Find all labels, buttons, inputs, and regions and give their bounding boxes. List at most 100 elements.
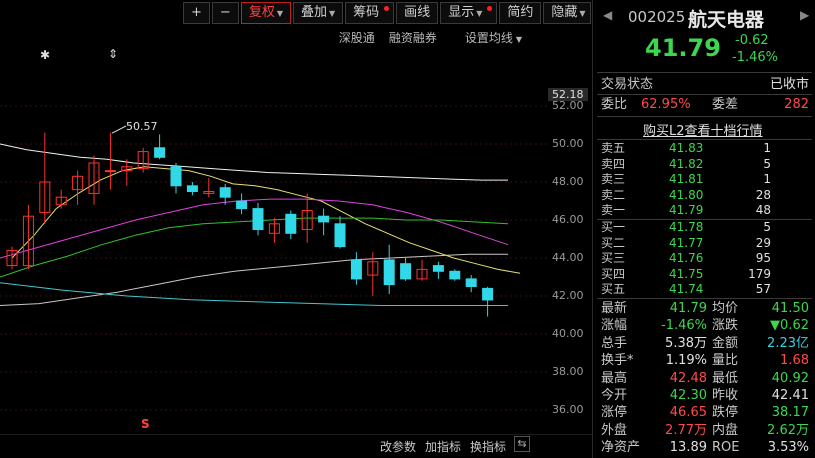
- kline-chart-area[interactable]: + − 复权▼ 叠加▼ 筹码 画线 显示▼ 简约 隐藏▼ ⛶ 深股通 融资融券 …: [0, 0, 612, 458]
- fuquan-label: 复权: [248, 5, 275, 20]
- weibi-row: 委比 62.95% 委差 282: [601, 96, 811, 114]
- sell-signal-marker[interactable]: S: [141, 417, 150, 431]
- stat-value: 13.89: [669, 440, 707, 456]
- kline-chart[interactable]: [0, 0, 548, 434]
- ask-level-label: 卖一: [601, 203, 626, 218]
- y-axis-tick-label: 46.00: [552, 213, 584, 226]
- next-stock-icon[interactable]: ▶: [800, 8, 809, 22]
- fuquan-dropdown[interactable]: 复权 ▼: [240, 2, 291, 24]
- stat-label: 均价: [712, 301, 739, 316]
- high-price-label: 50.57: [126, 120, 158, 133]
- chart-sub-links: 深股通 融资融券 设置均线 ▼: [325, 29, 522, 46]
- change-params-button[interactable]: 改参数: [380, 438, 416, 455]
- yincang-dropdown[interactable]: 隐藏 ▼: [543, 2, 591, 24]
- ask-level-label: 卖三: [601, 172, 626, 187]
- stat-row: 今开 42.30 昨收 42.41: [601, 387, 811, 404]
- xianshi-dropdown[interactable]: 显示 ▼: [440, 2, 498, 24]
- stat-row: 净资产 13.89 ROE 3.53%: [601, 439, 811, 456]
- weibi-label: 委比: [601, 97, 628, 112]
- add-indicator-button[interactable]: 加指标: [425, 438, 461, 455]
- trade-status-row: 交易状态 已收市: [601, 76, 811, 94]
- ask-volume: 28: [755, 187, 771, 202]
- ask-row[interactable]: 卖二 41.80 28: [601, 188, 811, 203]
- stat-label: 最低: [712, 370, 739, 386]
- y-axis-tick-label: 44.00: [552, 251, 584, 264]
- zoom-in-button[interactable]: +: [183, 2, 210, 24]
- stat-label: 最高: [601, 370, 628, 386]
- y-axis-tick-label: 40.00: [552, 327, 584, 340]
- diejia-dropdown[interactable]: 叠加 ▼: [292, 2, 344, 24]
- high-label-pointer: [111, 125, 127, 134]
- bid-volume: 179: [748, 266, 771, 281]
- stat-value: 1.19%: [665, 353, 707, 369]
- ask-volume: 48: [755, 203, 771, 218]
- candle-body: [170, 166, 182, 187]
- ask-price: 41.79: [669, 203, 704, 218]
- last-price: 41.79: [645, 34, 721, 62]
- bid-volume: 57: [755, 282, 771, 297]
- ask-row[interactable]: 卖五 41.83 1: [601, 141, 811, 156]
- stat-row: 总手 5.38万 金额 2.23亿: [601, 335, 811, 352]
- stat-value: 42.48: [669, 370, 707, 386]
- bid-row[interactable]: 买四 41.75 179: [601, 267, 811, 282]
- stat-value: 41.50: [771, 301, 809, 316]
- stat-value: 40.92: [771, 370, 809, 386]
- bid-volume: 95: [755, 251, 771, 266]
- stat-label: 外盘: [601, 422, 628, 438]
- zoom-out-button[interactable]: −: [211, 2, 239, 24]
- stat-value: 2.23亿: [767, 335, 809, 351]
- ask-level-label: 卖四: [601, 156, 626, 171]
- switch-indicator-button[interactable]: 换指标: [470, 438, 506, 455]
- bid-level-label: 买四: [601, 266, 626, 281]
- candle-body: [350, 259, 362, 280]
- stat-value: 38.17: [771, 405, 809, 421]
- bid-level-label: 买五: [601, 282, 626, 297]
- candle-body: [465, 278, 477, 287]
- rongzi-rongquan-link[interactable]: 融资融券: [389, 29, 437, 46]
- prev-stock-icon[interactable]: ◀: [603, 8, 612, 22]
- set-ma-label: 设置均线: [464, 31, 513, 45]
- yincang-label: 隐藏: [551, 5, 578, 20]
- stat-label: 今开: [601, 388, 628, 403]
- set-ma-link[interactable]: 设置均线 ▼: [451, 29, 522, 46]
- bid-row[interactable]: 买三 41.76 95: [601, 251, 811, 266]
- candle-body: [219, 187, 231, 198]
- stat-value: 46.65: [669, 405, 707, 421]
- swap-icon[interactable]: ⇆: [514, 436, 530, 452]
- huaxian-button[interactable]: 画线: [396, 2, 439, 24]
- price-change-pct: -1.46%: [732, 50, 778, 65]
- event-arrow-marker-icon[interactable]: ⇕: [108, 47, 118, 61]
- ask-row[interactable]: 卖四 41.82 5: [601, 157, 811, 172]
- stat-value: ▼0.62: [770, 318, 809, 334]
- ask-price: 41.83: [669, 141, 704, 155]
- stat-value: 42.41: [771, 388, 809, 403]
- ask-row[interactable]: 卖三 41.81 1: [601, 172, 811, 187]
- bid-row[interactable]: 买一 41.78 5: [601, 220, 811, 235]
- stat-row: 最高 42.48 最低 40.92: [601, 370, 811, 387]
- ask-row[interactable]: 卖一 41.79 48: [601, 203, 811, 218]
- bid-row[interactable]: 买五 41.74 57: [601, 282, 811, 297]
- l2-upgrade-link[interactable]: 购买L2查看十档行情: [643, 120, 763, 139]
- candle-body: [236, 200, 248, 210]
- jianyue-button[interactable]: 简约: [499, 2, 542, 24]
- stat-value: 41.79: [669, 301, 707, 316]
- bid-row[interactable]: 买二 41.77 29: [601, 236, 811, 251]
- stat-label: 总手: [601, 335, 628, 351]
- weicha-value: 282: [784, 97, 809, 112]
- divider-line: [597, 298, 812, 299]
- chouma-button[interactable]: 筹码: [345, 2, 395, 24]
- stat-row: 涨停 46.65 跌停 38.17: [601, 404, 811, 421]
- ma-line-ma5: [0, 143, 508, 181]
- weibi-value: 62.95%: [641, 97, 691, 112]
- notification-dot-icon: [487, 6, 493, 11]
- xianshi-label: 显示: [448, 5, 475, 20]
- shengutong-link[interactable]: 深股通: [339, 29, 375, 46]
- asterisk-marker-icon[interactable]: ✱: [40, 48, 50, 62]
- stat-value: 2.62万: [767, 422, 809, 438]
- ask-level-label: 卖二: [601, 187, 626, 202]
- chouma-label: 筹码: [353, 5, 380, 20]
- ask-volume: 1: [763, 172, 771, 187]
- chevron-down-icon: ▼: [515, 35, 522, 44]
- y-axis-tick-label: 38.00: [552, 365, 584, 378]
- weicha-label: 委差: [712, 97, 739, 112]
